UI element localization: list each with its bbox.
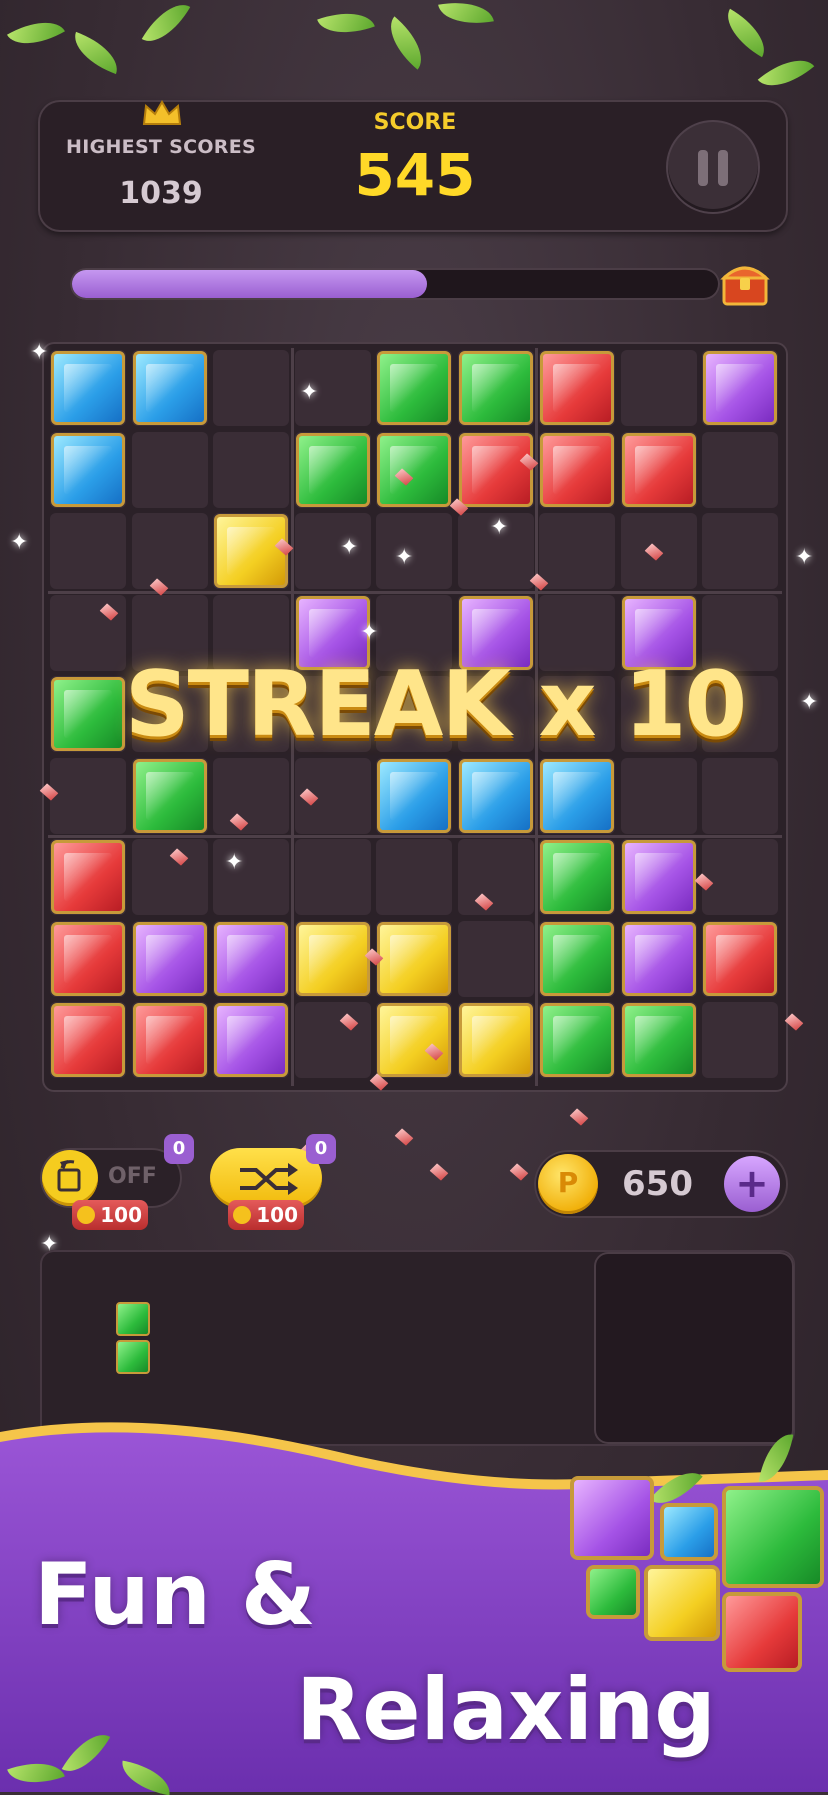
rotate-powerup-button[interactable]: OFF (40, 1148, 182, 1208)
board-cell[interactable] (213, 757, 289, 834)
rotate-icon (42, 1150, 98, 1206)
board-cell[interactable] (50, 757, 126, 834)
highest-scores-label: HIGHEST SCORES (66, 136, 256, 158)
purple-gem-block (621, 840, 696, 914)
score-value: 545 (354, 141, 476, 209)
green-gem-block (540, 840, 614, 914)
green-gem-block (458, 351, 533, 425)
highest-scores-value: 1039 (119, 176, 203, 211)
board-cell[interactable] (294, 513, 371, 589)
rotate-cost: 100 (72, 1200, 148, 1230)
green-gem-block (132, 758, 207, 833)
red-gem-block (51, 840, 125, 914)
piece-block (116, 1340, 150, 1374)
pause-icon (698, 150, 708, 186)
red-gem-block (51, 921, 125, 996)
green-gem-block (621, 1003, 696, 1077)
board-cell[interactable] (620, 350, 697, 426)
yellow-gem-block (214, 514, 288, 588)
board-cell[interactable] (131, 431, 208, 508)
purple-gem-block (132, 921, 207, 996)
coin-icon: P (538, 1154, 598, 1214)
green-gem-block (540, 1003, 614, 1077)
blue-gem-block (458, 758, 533, 833)
piece-block (116, 1302, 150, 1336)
board-cell[interactable] (213, 431, 289, 508)
board-cell[interactable] (294, 1002, 371, 1078)
level-progress-bar (70, 268, 720, 300)
add-coins-button[interactable]: + (724, 1156, 780, 1212)
coin-value: 650 (622, 1164, 693, 1204)
board-cell[interactable] (376, 513, 452, 589)
green-gem-block (540, 921, 614, 996)
board-cell[interactable] (702, 1002, 778, 1078)
level-progress-fill (72, 270, 428, 298)
red-gem-block (51, 1003, 125, 1077)
red-gem-block (703, 921, 777, 996)
blue-gem-block (132, 351, 207, 425)
board-cell[interactable] (457, 920, 534, 997)
purple-gem-block (703, 351, 777, 425)
board-divider (48, 835, 782, 838)
shuffle-cost: 100 (228, 1200, 304, 1230)
coin-icon (77, 1206, 95, 1224)
board-cell[interactable] (702, 757, 778, 834)
treasure-chest-icon[interactable] (720, 258, 770, 308)
board-cell[interactable] (131, 839, 208, 915)
board-cell[interactable] (702, 431, 778, 508)
blue-gem-block (377, 758, 451, 833)
yellow-gem-block (377, 921, 451, 996)
crown-icon (142, 100, 182, 125)
tagline-line-2: Relaxing (296, 1660, 716, 1760)
green-gem-block (377, 432, 451, 507)
pause-button[interactable] (668, 122, 758, 212)
green-gem-block (377, 351, 451, 425)
red-gem-block (458, 432, 533, 507)
red-gem-block (132, 1003, 207, 1077)
yellow-gem-block (295, 921, 370, 996)
board-cell[interactable] (294, 839, 371, 915)
green-gem-block (295, 432, 370, 507)
piece-slot-empty[interactable] (594, 1252, 794, 1444)
yellow-gem-block (377, 1003, 451, 1077)
board-cell[interactable] (131, 513, 208, 589)
board-cell[interactable] (376, 839, 452, 915)
blue-gem-block (540, 758, 614, 833)
score-label: SCORE (373, 110, 457, 135)
tagline-line-1: Fun & (34, 1545, 316, 1645)
coin-balance: P 650 + (534, 1150, 788, 1218)
board-cell[interactable] (213, 350, 289, 426)
rotate-count-badge: 0 (164, 1134, 194, 1164)
coin-icon (233, 1206, 251, 1224)
shuffle-count-badge: 0 (306, 1134, 336, 1164)
board-cell[interactable] (620, 757, 697, 834)
board-cell[interactable] (702, 513, 778, 589)
red-gem-block (540, 432, 614, 507)
rotate-state-label: OFF (108, 1164, 157, 1189)
board-cell[interactable] (50, 513, 126, 589)
yellow-gem-block (458, 1003, 533, 1077)
purple-gem-block (214, 1003, 288, 1077)
red-gem-block (621, 432, 696, 507)
board-cell[interactable] (702, 839, 778, 915)
board-cell[interactable] (539, 513, 615, 589)
blue-gem-block (51, 432, 125, 507)
streak-banner: STREAK x 10 (124, 652, 747, 757)
purple-gem-block (621, 921, 696, 996)
purple-gem-block (214, 921, 288, 996)
blue-gem-block (51, 351, 125, 425)
board-cell[interactable] (457, 839, 534, 915)
red-gem-block (540, 351, 614, 425)
